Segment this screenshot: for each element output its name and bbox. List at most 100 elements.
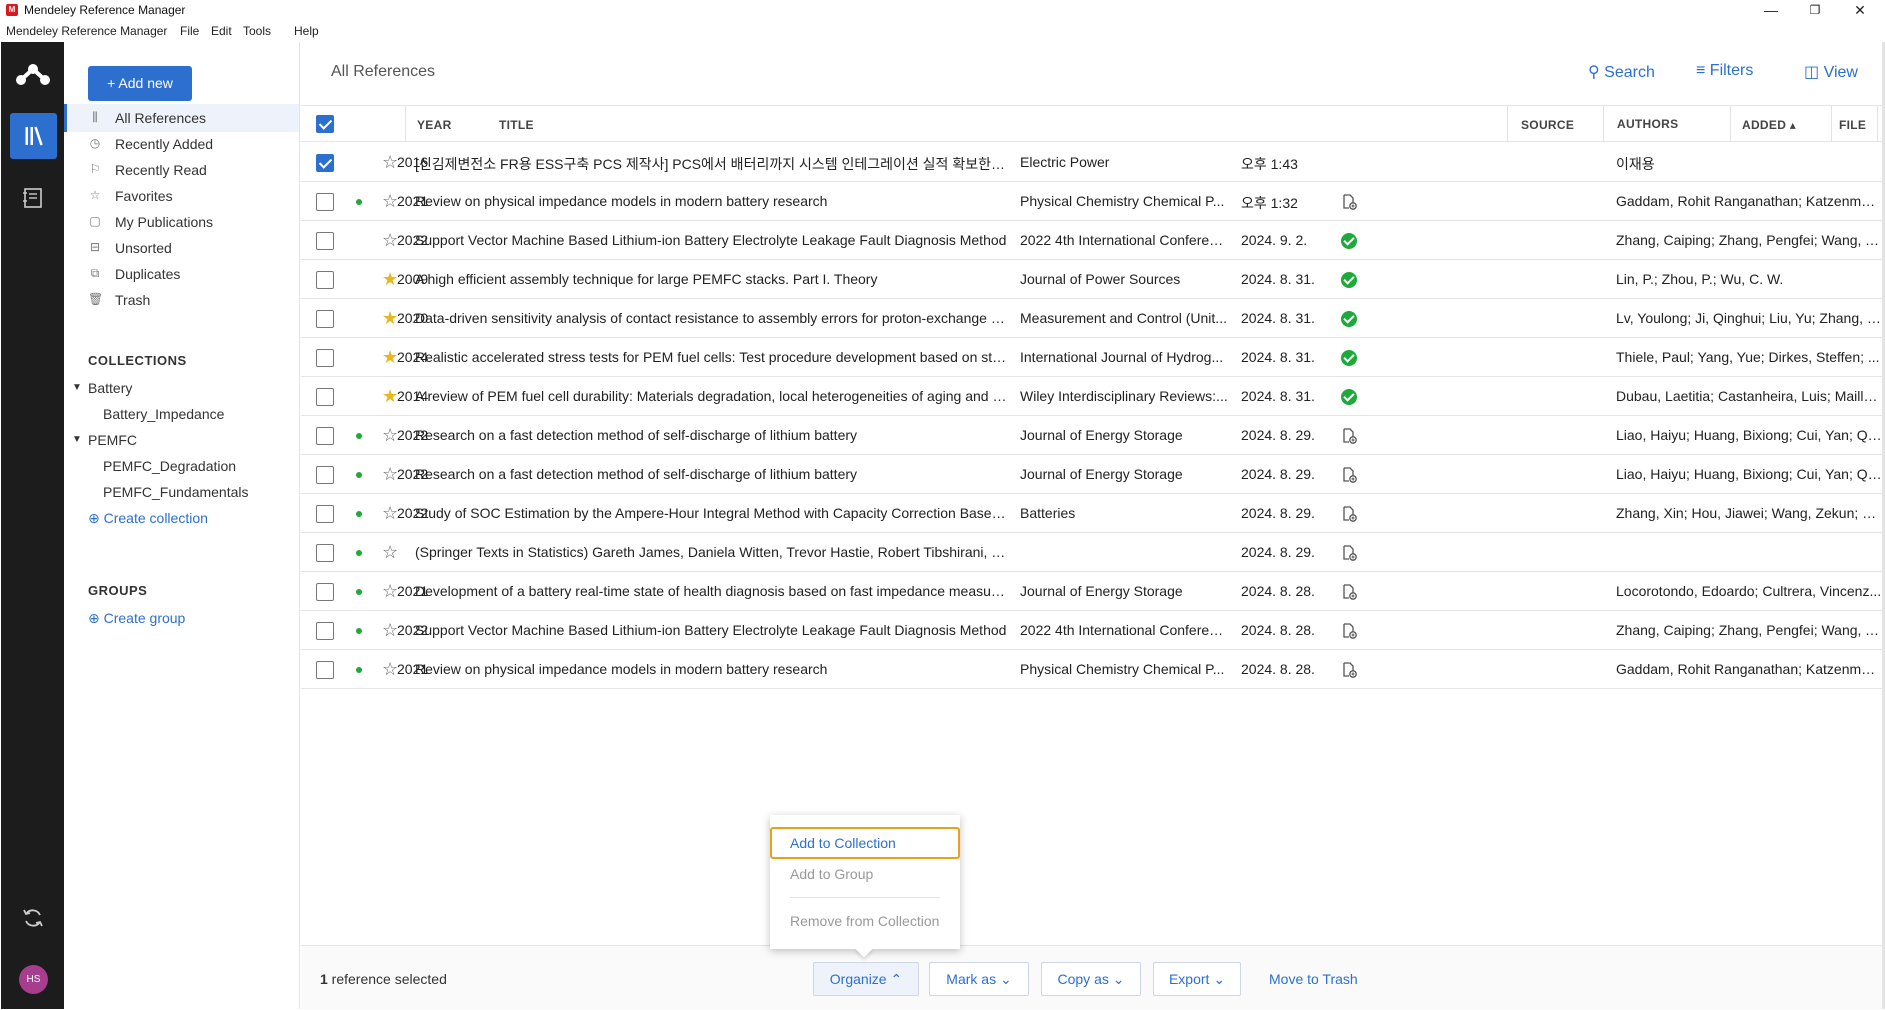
remove-from-collection-item[interactable]: Remove from Collection (790, 913, 939, 929)
sidebar-item-my-publications[interactable]: ▢ My Publications (64, 208, 299, 236)
create-group-link[interactable]: ⊕ Create group (88, 610, 185, 627)
table-row[interactable]: ☆ 2022 Research on a fast detection method… (301, 455, 1882, 494)
row-checkbox[interactable] (316, 661, 334, 679)
column-source[interactable]: SOURCE (1521, 118, 1574, 132)
favorite-star-icon[interactable]: ☆ (382, 581, 398, 601)
file-attached-check-icon[interactable] (1341, 272, 1357, 288)
filters-button[interactable]: ≡ Filters (1696, 62, 1753, 80)
table-row[interactable]: ☆ 2021 Review on physical impedance models… (301, 650, 1882, 689)
close-button[interactable]: ✕ (1837, 0, 1883, 21)
sidebar-item-recently-read[interactable]: ⚐ Recently Read (64, 156, 299, 184)
file-attached-check-icon[interactable] (1341, 233, 1357, 249)
add-file-icon[interactable] (1341, 194, 1357, 210)
add-new-button[interactable]: + Add new (88, 66, 192, 101)
favorite-star-icon[interactable]: ☆ (382, 620, 398, 640)
file-attached-check-icon[interactable] (1341, 389, 1357, 405)
sidebar-item-recently-added[interactable]: ◷ Recently Added (64, 130, 299, 158)
favorite-star-icon[interactable]: ☆ (382, 152, 398, 172)
table-row[interactable]: ☆ 2022 Support Vector Machine Based Lithiu… (301, 611, 1882, 650)
search-button[interactable]: ⚲ Search (1588, 62, 1655, 82)
mendeley-logo-icon[interactable] (14, 62, 52, 88)
row-checkbox[interactable] (316, 154, 334, 172)
menu-edit[interactable]: Edit (211, 24, 232, 38)
move-to-trash-button[interactable]: Move to Trash (1269, 971, 1358, 987)
sidebar-item-unsorted[interactable]: ⊟ Unsorted (64, 234, 299, 262)
favorite-star-icon[interactable]: ☆ (382, 230, 398, 250)
row-checkbox[interactable] (316, 349, 334, 367)
sidebar-item-favorites[interactable]: ☆ Favorites (64, 182, 299, 210)
add-file-icon[interactable] (1341, 506, 1357, 522)
file-attached-check-icon[interactable] (1341, 350, 1357, 366)
table-row[interactable]: ☆ 2022 Study of SOC Estimation by the Ampe… (301, 494, 1882, 533)
collection-battery[interactable]: Battery (88, 380, 132, 396)
table-row[interactable]: ☆ 2016 [신김제변전소 FR용 ESS구축 PCS 제작사] PCS에서 배터… (301, 143, 1882, 182)
favorite-star-icon[interactable]: ★ (382, 269, 398, 289)
table-row[interactable]: ★ 2009 A high efficient assembly technique… (301, 260, 1882, 299)
row-checkbox[interactable] (316, 271, 334, 289)
table-row[interactable]: ☆ (Springer Texts in Statistics) Gareth J… (301, 533, 1882, 572)
collapse-battery-icon[interactable]: ▼ (72, 382, 82, 393)
view-button[interactable]: ◫ View (1804, 62, 1858, 82)
add-to-group-item[interactable]: Add to Group (790, 866, 873, 882)
collection-pemfc[interactable]: PEMFC (88, 432, 137, 448)
row-checkbox[interactable] (316, 310, 334, 328)
row-checkbox[interactable] (316, 505, 334, 523)
avatar[interactable]: HS (19, 965, 48, 994)
export-button[interactable]: Export ⌄ (1153, 962, 1241, 996)
favorite-star-icon[interactable]: ☆ (382, 503, 398, 523)
sidebar-item-all-references[interactable]: ⫼ All References (64, 104, 299, 132)
collection-pemfc-degradation[interactable]: PEMFC_Degradation (103, 458, 236, 474)
collection-battery-impedance[interactable]: Battery_Impedance (103, 406, 224, 422)
column-title[interactable]: TITLE (499, 118, 534, 132)
column-authors[interactable]: AUTHORS (1617, 117, 1678, 131)
minimize-button[interactable]: — (1748, 0, 1794, 21)
add-file-icon[interactable] (1341, 545, 1357, 561)
column-year[interactable]: YEAR (417, 118, 452, 132)
favorite-star-icon[interactable]: ★ (382, 386, 398, 406)
table-row[interactable]: ★ 2024 Realistic accelerated stress tests … (301, 338, 1882, 377)
add-to-collection-item[interactable]: Add to Collection (790, 835, 896, 851)
row-checkbox[interactable] (316, 544, 334, 562)
favorite-star-icon[interactable]: ☆ (382, 659, 398, 679)
menu-tools[interactable]: Tools (243, 24, 271, 38)
add-file-icon[interactable] (1341, 623, 1357, 639)
favorite-star-icon[interactable]: ★ (382, 308, 398, 328)
row-checkbox[interactable] (316, 232, 334, 250)
add-file-icon[interactable] (1341, 662, 1357, 678)
organize-button[interactable]: Organize ⌃ (813, 962, 919, 996)
table-row[interactable]: ☆ 2022 Support Vector Machine Based Lithiu… (301, 221, 1882, 260)
row-checkbox[interactable] (316, 622, 334, 640)
table-row[interactable]: ★ 2020 Data-driven sensitivity analysis of… (301, 299, 1882, 338)
menu-app[interactable]: Mendeley Reference Manager (6, 24, 167, 38)
row-checkbox[interactable] (316, 388, 334, 406)
row-checkbox[interactable] (316, 193, 334, 211)
favorite-star-icon[interactable]: ★ (382, 347, 398, 367)
favorite-star-icon[interactable]: ☆ (382, 191, 398, 211)
favorite-star-icon[interactable]: ☆ (382, 464, 398, 484)
table-row[interactable]: ☆ 2021 Review on physical impedance models… (301, 182, 1882, 221)
add-file-icon[interactable] (1341, 428, 1357, 444)
library-nav-button[interactable] (10, 113, 57, 159)
table-row[interactable]: ★ 2014 A review of PEM fuel cell durabilit… (301, 377, 1882, 416)
sidebar-item-trash[interactable]: 🗑︎ Trash (64, 286, 299, 314)
table-row[interactable]: ☆ 2022 Research on a fast detection method… (301, 416, 1882, 455)
add-file-icon[interactable] (1341, 467, 1357, 483)
collapse-pemfc-icon[interactable]: ▼ (72, 434, 82, 445)
file-attached-check-icon[interactable] (1341, 311, 1357, 327)
favorite-star-icon[interactable]: ☆ (382, 542, 398, 562)
row-checkbox[interactable] (316, 427, 334, 445)
sidebar-item-duplicates[interactable]: ⧉ Duplicates (64, 260, 299, 288)
table-row[interactable]: ☆ 2021 Development of a battery real-time … (301, 572, 1882, 611)
create-collection-link[interactable]: ⊕ Create collection (88, 510, 208, 527)
favorite-star-icon[interactable]: ☆ (382, 425, 398, 445)
row-checkbox[interactable] (316, 583, 334, 601)
maximize-button[interactable]: ❐ (1792, 0, 1838, 21)
menu-file[interactable]: File (180, 24, 199, 38)
copy-as-button[interactable]: Copy as ⌄ (1041, 962, 1141, 996)
sync-button[interactable] (19, 904, 47, 932)
mark-as-button[interactable]: Mark as ⌄ (929, 962, 1029, 996)
menu-help[interactable]: Help (294, 24, 319, 38)
row-checkbox[interactable] (316, 466, 334, 484)
select-all-checkbox[interactable] (316, 115, 334, 133)
collection-pemfc-fundamentals[interactable]: PEMFC_Fundamentals (103, 484, 249, 500)
